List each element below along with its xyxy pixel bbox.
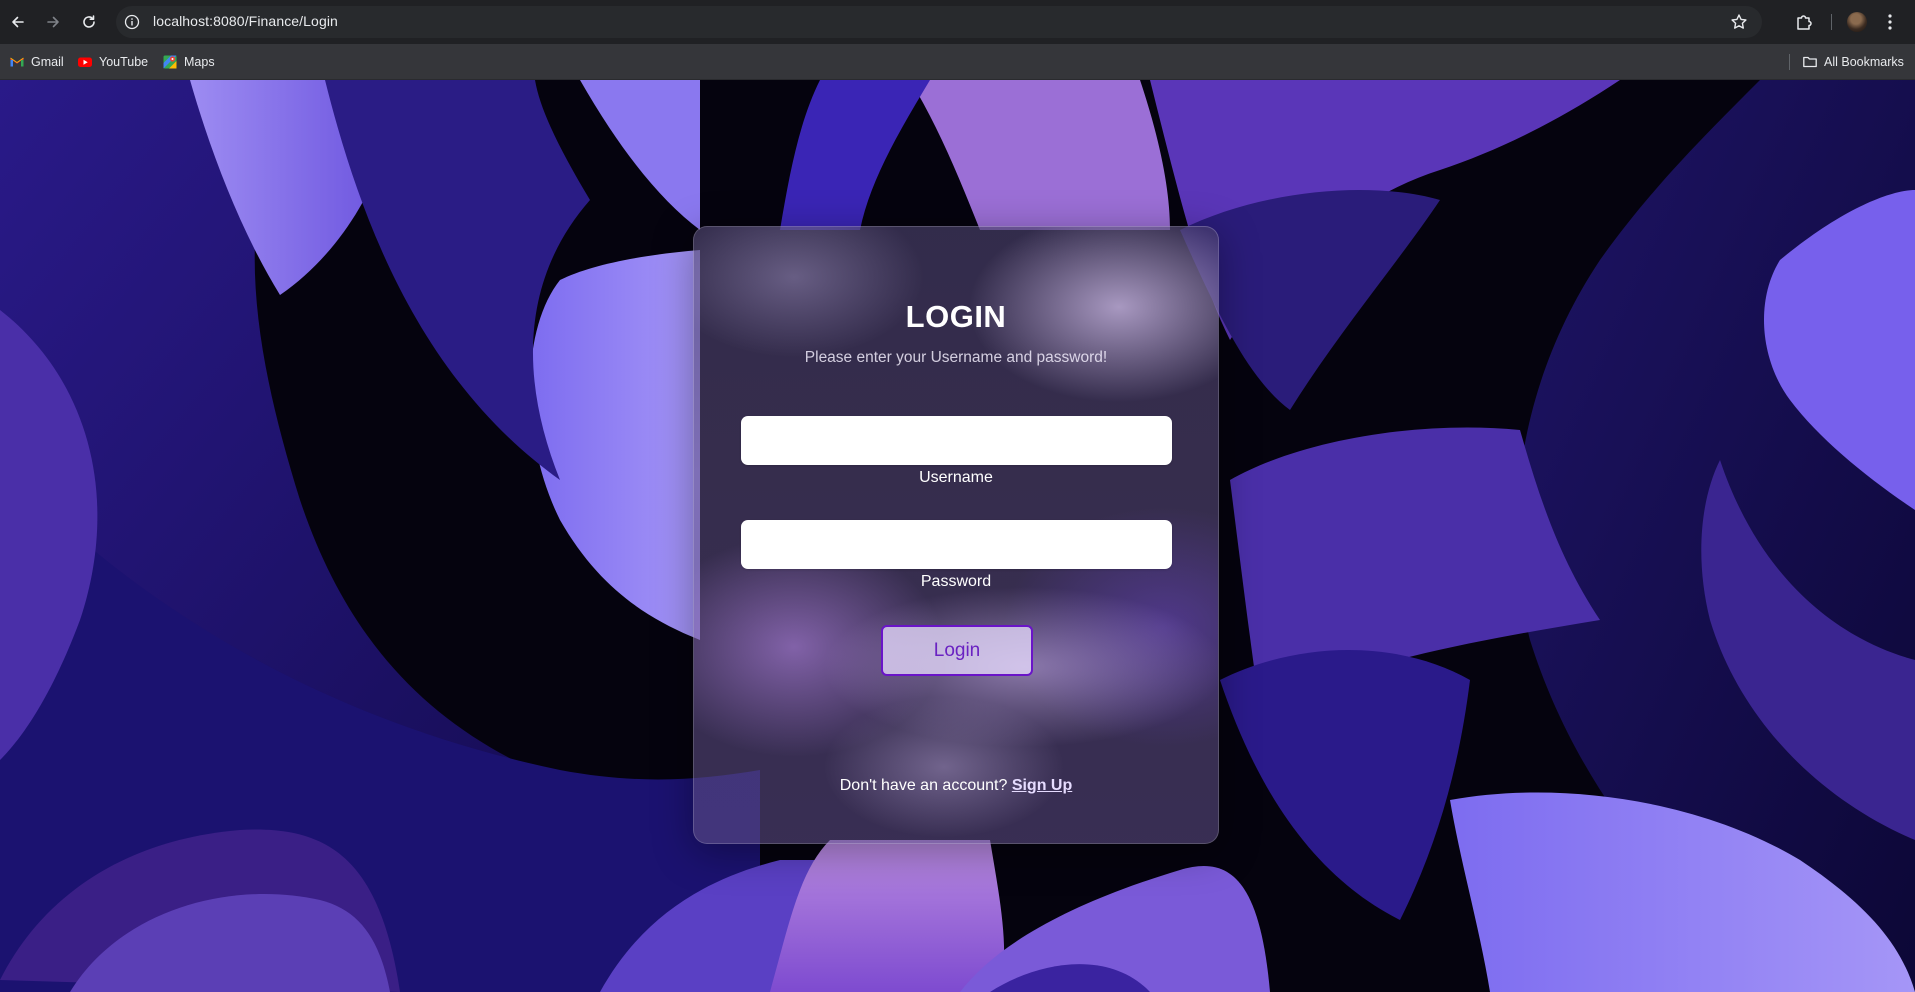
all-bookmarks-button[interactable]: All Bookmarks (1802, 44, 1904, 80)
bookmarks-divider (1789, 54, 1790, 70)
bookmarks-bar: Gmail YouTube Maps All Bookmarks (0, 44, 1915, 80)
extensions-icon[interactable] (1794, 12, 1814, 32)
gmail-icon (10, 57, 24, 67)
forward-button[interactable] (41, 10, 65, 34)
url-text: localhost:8080/Finance/Login (153, 13, 338, 29)
back-button[interactable] (6, 10, 30, 34)
signup-prompt-text: Don't have an account? (839, 777, 1008, 794)
login-card: LOGIN Please enter your Username and pas… (693, 226, 1219, 844)
page-viewport: LOGIN Please enter your Username and pas… (0, 80, 1915, 992)
password-input[interactable] (741, 520, 1172, 569)
username-input[interactable] (741, 416, 1172, 465)
address-bar[interactable]: localhost:8080/Finance/Login (116, 6, 1762, 38)
signup-prompt: Don't have an account? Sign Up (694, 777, 1218, 795)
arrow-right-icon (47, 16, 59, 28)
profile-avatar[interactable] (1847, 12, 1867, 32)
reload-button[interactable] (77, 10, 101, 34)
bookmark-maps[interactable]: Maps (162, 44, 215, 80)
youtube-icon (78, 57, 92, 67)
password-label: Password (920, 573, 992, 590)
bookmark-youtube[interactable]: YouTube (77, 44, 148, 80)
login-title: LOGIN (905, 299, 1007, 334)
bookmark-label: YouTube (99, 55, 149, 69)
folder-icon (1803, 56, 1817, 68)
maps-icon (163, 55, 177, 69)
site-info-icon[interactable] (124, 14, 140, 30)
login-button[interactable]: Login (881, 625, 1033, 676)
reload-icon (83, 15, 95, 28)
arrow-left-icon (12, 16, 24, 28)
signup-link[interactable]: Sign Up (1012, 777, 1072, 794)
login-subtitle: Please enter your Username and password! (804, 349, 1108, 366)
menu-kebab-icon[interactable] (1885, 12, 1895, 32)
username-label: Username (919, 469, 993, 486)
bookmark-label: Gmail (31, 55, 64, 69)
all-bookmarks-label: All Bookmarks (1824, 55, 1904, 69)
browser-toolbar: localhost:8080/Finance/Login (0, 0, 1915, 44)
bookmark-gmail[interactable]: Gmail (9, 44, 64, 80)
bookmark-label: Maps (184, 55, 215, 69)
bookmark-star-icon[interactable] (1730, 13, 1748, 31)
toolbar-divider (1831, 14, 1832, 30)
